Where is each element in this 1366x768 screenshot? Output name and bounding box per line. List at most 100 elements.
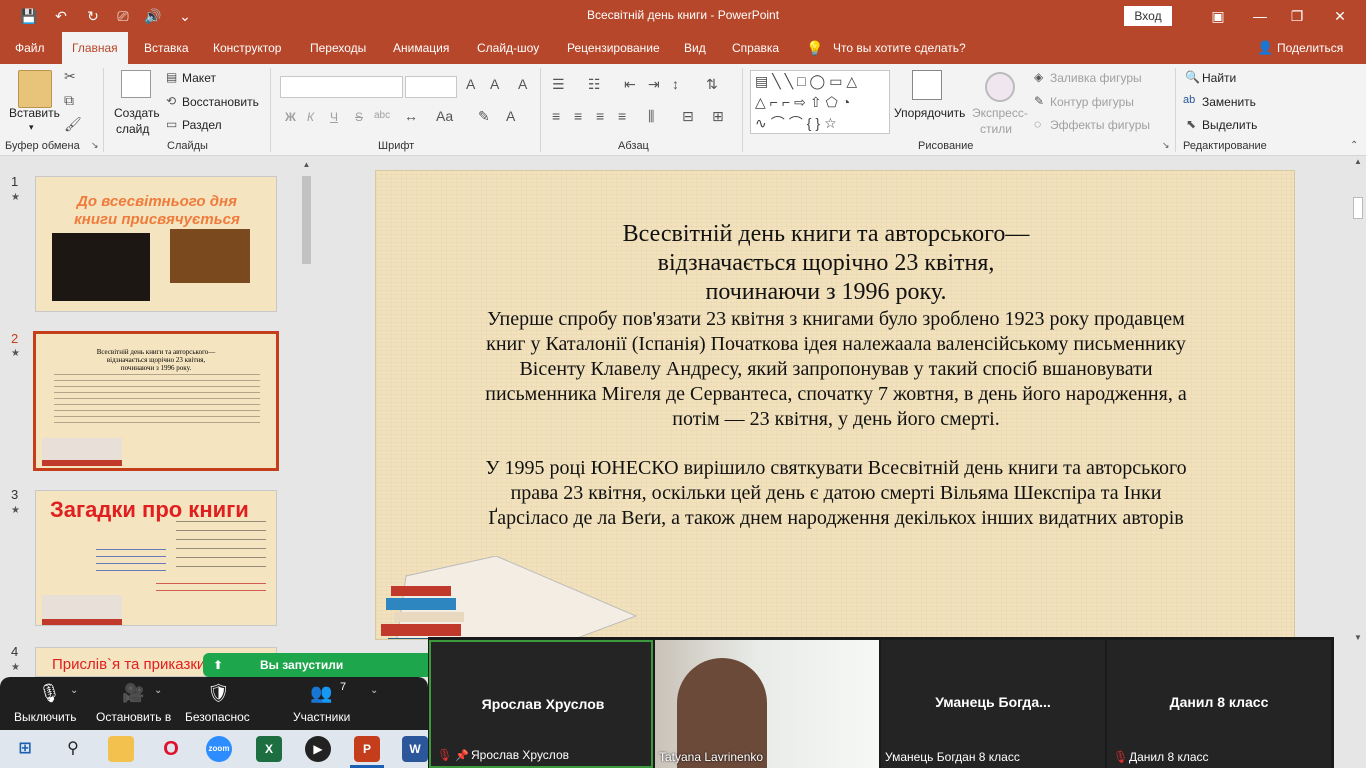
new-slide-button[interactable]: Создать (114, 106, 160, 120)
align-center-icon[interactable]: ≡ (574, 108, 582, 124)
participant-tile[interactable]: Данил 8 класс 🎙 Данил 8 класс (1107, 640, 1331, 768)
font-size-combo[interactable] (405, 76, 457, 98)
excel-icon[interactable]: X (256, 736, 282, 762)
chevron-down-icon[interactable]: ⌄ (370, 685, 378, 696)
slide-body-line[interactable]: У 1995 році ЮНЕСКО вирішило святкувати В… (426, 456, 1246, 481)
tell-me-search[interactable]: Что вы хотите сделать? (823, 32, 976, 64)
quick-styles-button[interactable]: Экспресс- (972, 106, 1028, 120)
thumbnail-slide-3[interactable]: Загадки про книги (35, 490, 277, 626)
increase-indent-icon[interactable]: ⇥ (648, 76, 660, 93)
quick-styles-icon[interactable] (985, 72, 1015, 102)
section-button[interactable]: Раздел (182, 118, 222, 132)
mute-button[interactable]: Выключить (14, 710, 76, 724)
highlight-icon[interactable]: ✎ (478, 108, 490, 125)
cut-icon[interactable]: ✂ (64, 68, 76, 85)
tab-home[interactable]: Главная (62, 32, 128, 64)
slide-body-line[interactable]: права 23 квітня, оскільки цей день є дат… (426, 481, 1246, 506)
shape-outline-button[interactable]: Контур фигуры (1050, 95, 1134, 109)
participant-video-tile[interactable]: Tatyana Lavrinenko (655, 640, 879, 768)
scroll-up-icon[interactable]: ▲ (1352, 157, 1364, 169)
scroll-up-icon[interactable]: ▲ (300, 160, 313, 173)
drawing-launcher-icon[interactable]: ↘ (1162, 140, 1170, 151)
strike-button[interactable]: S (355, 110, 363, 124)
minimize-icon[interactable]: — (1240, 4, 1280, 28)
stop-video-button[interactable]: Остановить в (96, 710, 171, 724)
clear-format-icon[interactable]: A (518, 76, 527, 92)
tab-view[interactable]: Вид (674, 32, 716, 64)
shapes-gallery[interactable]: ▤╲╲□◯▭△ △⌐⌐⇨⇧⬠◔ ∿⌒⌒{}☆ (750, 70, 890, 134)
video-camera-icon[interactable]: 🎥 (122, 683, 144, 704)
shield-icon[interactable]: 🛡 (207, 683, 230, 704)
slide-body-line[interactable]: книг у Каталонії (Іспанія) Початкова іде… (426, 332, 1246, 357)
shadow-button[interactable]: abc (374, 110, 390, 121)
layout-button[interactable]: Макет (182, 71, 216, 85)
font-name-combo[interactable] (280, 76, 403, 98)
slide-title-line-3[interactable]: починаючи з 1996 року. (376, 279, 1286, 306)
collapse-ribbon-icon[interactable]: ⌃ (1350, 140, 1358, 151)
participant-tile[interactable]: Уманець Богда... Уманець Богдан 8 класс (881, 640, 1105, 768)
ribbon-display-icon[interactable]: ▣ (1198, 4, 1238, 28)
file-explorer-icon[interactable] (108, 736, 134, 762)
close-icon[interactable]: ✕ (1320, 4, 1360, 28)
chevron-down-icon[interactable]: ⌄ (154, 685, 162, 696)
microphone-icon[interactable]: 🎙 (38, 683, 61, 704)
tab-animation[interactable]: Анимация (383, 32, 459, 64)
shape-fill-button[interactable]: Заливка фигуры (1050, 71, 1142, 85)
slide-body-line[interactable]: письменника Мігеля де Сервантеса, спочат… (426, 382, 1246, 407)
windows-start-icon[interactable]: ⊞ (12, 736, 38, 762)
tab-insert[interactable]: Вставка (134, 32, 199, 64)
share-button[interactable]: Поделиться (1267, 32, 1353, 64)
align-text-icon[interactable]: ⊟ (682, 108, 694, 125)
login-button[interactable]: Вход (1124, 6, 1172, 26)
slide-title-line-2[interactable]: відзначається щорічно 23 квітня, (376, 250, 1286, 277)
new-slide-icon[interactable] (121, 70, 151, 98)
tab-file[interactable]: Файл (5, 32, 55, 64)
opera-icon[interactable]: O (158, 736, 184, 762)
clipboard-launcher-icon[interactable]: ↘ (91, 140, 99, 151)
thumbnail-slide-2[interactable]: Всесвітній день книги та авторського— ві… (33, 331, 279, 471)
bold-button[interactable]: Ж (285, 110, 296, 124)
chevron-down-icon[interactable]: ⌄ (70, 685, 78, 696)
paste-dropdown-icon[interactable]: ▾ (29, 122, 34, 133)
thumbnails-scrollbar[interactable]: ▲ (300, 160, 313, 660)
slide-body-line[interactable]: потім — 23 квітня, у день його смерті. (426, 407, 1246, 432)
select-button[interactable]: Выделить (1202, 118, 1257, 132)
columns-icon[interactable]: ⫼ (648, 108, 654, 125)
text-direction-icon[interactable]: ⇅ (706, 76, 718, 93)
participants-button[interactable]: Участники (293, 710, 350, 724)
slide-body-line[interactable]: Уперше спробу пов'язати 23 квітня з книг… (426, 307, 1246, 332)
media-player-icon[interactable]: ▶ (305, 736, 331, 762)
slide-body-line[interactable]: Ґарсіласо де ла Веґи, а також днем народ… (426, 506, 1246, 531)
align-left-icon[interactable]: ≡ (552, 108, 560, 124)
participants-icon[interactable]: 👥 (310, 683, 332, 704)
bullets-icon[interactable]: ☰ (552, 76, 565, 93)
align-right-icon[interactable]: ≡ (596, 108, 604, 124)
scroll-thumb[interactable] (1353, 197, 1363, 219)
tab-design[interactable]: Конструктор (203, 32, 291, 64)
tab-slideshow[interactable]: Слайд-шоу (467, 32, 549, 64)
italic-button[interactable]: К (307, 110, 314, 124)
line-spacing-icon[interactable]: ↕ (672, 76, 679, 92)
numbering-icon[interactable]: ☷ (588, 76, 601, 93)
participant-tile[interactable]: Ярослав Хруслов 🎙 📌 Ярослав Хруслов (429, 640, 653, 768)
search-icon[interactable]: ⚲ (60, 736, 86, 762)
reset-button[interactable]: Восстановить (182, 95, 259, 109)
security-button[interactable]: Безопаснос (185, 710, 250, 724)
powerpoint-icon[interactable]: P (354, 736, 380, 762)
tab-transitions[interactable]: Переходы (300, 32, 376, 64)
arrange-button[interactable]: Упорядочить (894, 106, 965, 120)
decrease-indent-icon[interactable]: ⇤ (624, 76, 636, 93)
tab-help[interactable]: Справка (722, 32, 789, 64)
word-icon[interactable]: W (402, 736, 428, 762)
find-button[interactable]: Найти (1202, 71, 1236, 85)
font-shrink-icon[interactable]: A (490, 76, 499, 92)
paste-button[interactable]: Вставить (9, 106, 60, 120)
smartart-icon[interactable]: ⊞ (712, 108, 724, 125)
copy-icon[interactable]: ⧉ (64, 92, 74, 109)
font-grow-icon[interactable]: A (466, 76, 475, 92)
arrange-icon[interactable] (912, 70, 942, 100)
slide-title-line-1[interactable]: Всесвітній день книги та авторського— (376, 221, 1286, 248)
shape-effects-button[interactable]: Эффекты фигуры (1050, 118, 1150, 132)
zoom-app-icon[interactable]: zoom (206, 736, 232, 762)
char-spacing-icon[interactable]: ↔ (404, 108, 418, 124)
